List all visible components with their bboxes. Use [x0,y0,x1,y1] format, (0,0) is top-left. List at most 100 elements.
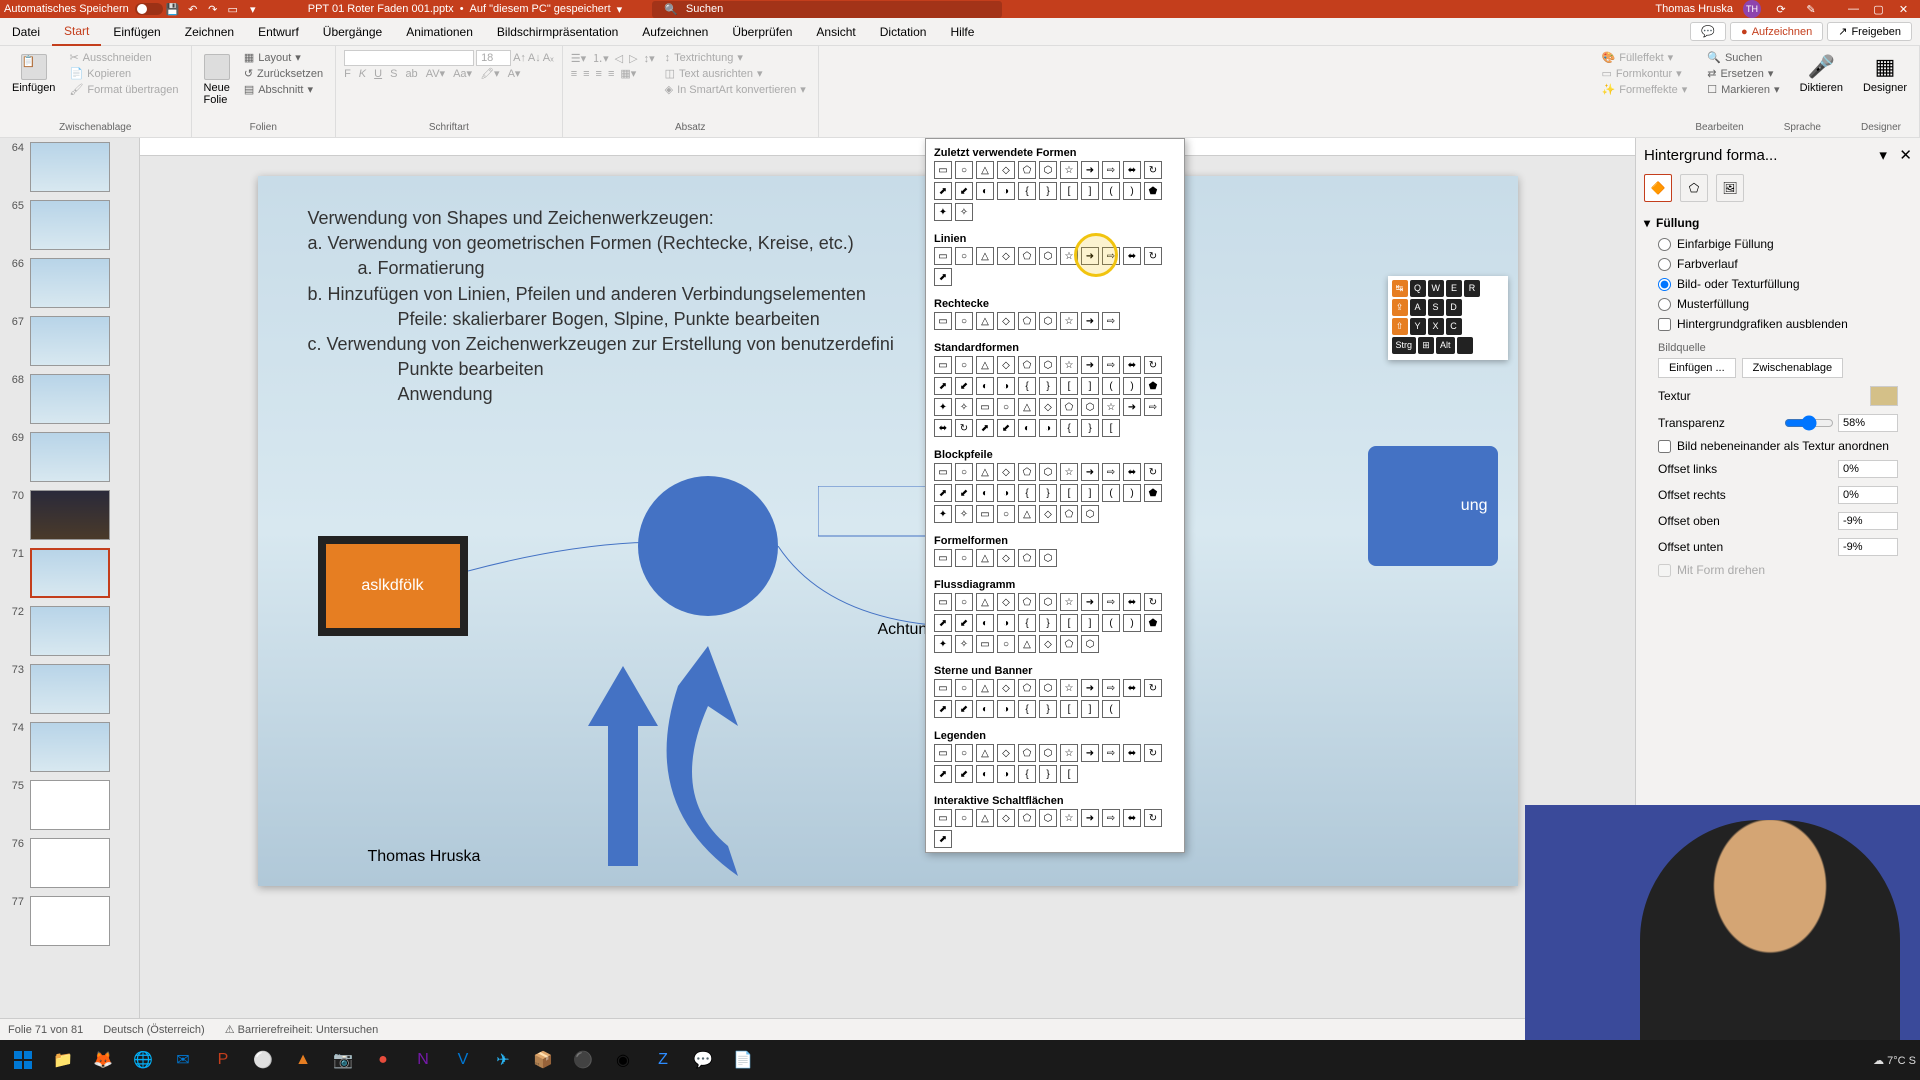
insert-picture-button[interactable]: Einfügen ... [1658,358,1736,378]
keyboard-image[interactable]: ↹QWER ⇪ASD ⇧YXC Strg⊞Alt [1388,276,1508,360]
shape-option[interactable]: ) [1123,377,1141,395]
shape-option[interactable]: ( [1102,182,1120,200]
freigeben-button[interactable]: ↗ Freigeben [1827,22,1912,41]
tab-hilfe[interactable]: Hilfe [938,18,986,46]
orange-rectangle-shape[interactable]: aslkdfölk [318,536,468,636]
shape-option[interactable]: ➜ [1081,593,1099,611]
shape-option[interactable]: ↻ [1144,356,1162,374]
shape-option[interactable]: ↻ [1144,593,1162,611]
shape-option[interactable]: } [1039,700,1057,718]
obs-icon[interactable]: ⚫ [564,1042,602,1078]
columns-button[interactable]: ▦▾ [620,67,636,80]
shape-option[interactable]: ☆ [1060,356,1078,374]
shape-option[interactable]: △ [976,549,994,567]
filename-dropdown-icon[interactable]: ▾ [617,3,623,16]
shape-option[interactable]: ⬠ [1018,744,1036,762]
shape-option[interactable]: ⬋ [955,182,973,200]
tab-zeichnen[interactable]: Zeichnen [173,18,246,46]
align-text-button[interactable]: ◫ Text ausrichten ▾ [661,66,810,81]
shape-option[interactable]: ◇ [997,744,1015,762]
save-icon[interactable]: 💾 [163,0,183,18]
thumbnail-71[interactable] [30,548,110,598]
panel-close-icon[interactable]: ✕ [1899,147,1912,164]
powerpoint-icon[interactable]: P [204,1042,242,1078]
shape-option[interactable]: ▭ [934,463,952,481]
shape-option[interactable]: ⬠ [1018,312,1036,330]
shape-option[interactable]: ▭ [934,679,952,697]
shape-option[interactable]: ☆ [1102,398,1120,416]
shape-option[interactable]: ⬡ [1039,463,1057,481]
shape-option[interactable]: ☆ [1060,161,1078,179]
shape-option[interactable]: { [1018,484,1036,502]
onenote-icon[interactable]: N [404,1042,442,1078]
thumbnail-69[interactable] [30,432,110,482]
shape-option[interactable]: ○ [955,463,973,481]
fill-section-header[interactable]: ▾ Füllung [1644,212,1912,234]
tab-start[interactable]: Start [52,18,101,46]
shape-option[interactable]: ▭ [934,312,952,330]
shape-option[interactable]: ⇨ [1144,398,1162,416]
shape-option[interactable]: ⬋ [955,484,973,502]
shape-option[interactable]: △ [976,312,994,330]
thumbnail-75[interactable] [30,780,110,830]
replace-button[interactable]: ⇄ Ersetzen ▾ [1703,66,1783,81]
shape-option[interactable]: ◑ [997,182,1015,200]
justify-button[interactable]: ≡ [608,68,614,80]
shape-option[interactable]: ○ [955,356,973,374]
shape-option[interactable]: ⬡ [1039,809,1057,827]
slide-text-block[interactable]: Verwendung von Shapes und Zeichenwerkzeu… [308,206,894,408]
shape-option[interactable]: { [1018,182,1036,200]
tab-animationen[interactable]: Animationen [394,18,485,46]
avatar[interactable]: TH [1743,0,1761,18]
decrease-indent-button[interactable]: ◁ [615,52,623,65]
shape-option[interactable]: ⬌ [1123,809,1141,827]
shape-option[interactable]: ⬡ [1039,593,1057,611]
shape-option[interactable]: ⬟ [1144,484,1162,502]
shape-option[interactable]: } [1039,377,1057,395]
shape-option[interactable]: ⬠ [1018,809,1036,827]
new-slide-button[interactable]: Neue Folie [200,50,234,110]
shape-option[interactable]: ⬈ [934,614,952,632]
shape-option[interactable]: ⬡ [1039,161,1057,179]
char-spacing-button[interactable]: AV▾ [426,67,445,80]
shape-option[interactable]: ○ [955,161,973,179]
app-icon-3[interactable]: ● [364,1042,402,1078]
select-button[interactable]: ☐ Markieren ▾ [1703,82,1783,97]
shape-option[interactable]: ⬠ [1018,549,1036,567]
thumbnail-64[interactable] [30,142,110,192]
thumbnail-77[interactable] [30,896,110,946]
offset-top-input[interactable] [1838,512,1898,530]
shape-option[interactable]: ☆ [1060,247,1078,265]
shape-option[interactable]: ◇ [997,463,1015,481]
curved-arrow-shape[interactable] [658,646,818,886]
shape-option[interactable]: { [1060,419,1078,437]
shape-option[interactable]: ➜ [1081,356,1099,374]
app-icon-7[interactable]: 📄 [724,1042,762,1078]
font-size-combo[interactable] [476,50,511,66]
shape-option[interactable]: ⬈ [934,700,952,718]
shape-option[interactable]: ⬡ [1039,247,1057,265]
tab-uebergaenge[interactable]: Übergänge [311,18,394,46]
zoom-icon[interactable]: Z [644,1042,682,1078]
clipboard-picture-button[interactable]: Zwischenablage [1742,358,1844,378]
blue-rounded-rect-shape[interactable]: ung [1368,446,1498,566]
shape-option[interactable]: ⬋ [955,765,973,783]
shape-option[interactable]: ⬠ [1060,635,1078,653]
app-icon-6[interactable]: 💬 [684,1042,722,1078]
effects-tab-icon[interactable]: ⬠ [1680,174,1708,202]
font-family-combo[interactable] [344,50,474,66]
shape-option[interactable]: ⬡ [1039,744,1057,762]
shape-option[interactable]: } [1039,614,1057,632]
shape-option[interactable]: ⬠ [1018,463,1036,481]
shape-option[interactable]: ⬠ [1060,505,1078,523]
shape-option[interactable]: ) [1123,614,1141,632]
shape-option[interactable]: ] [1081,614,1099,632]
shape-option[interactable]: { [1018,614,1036,632]
shape-option[interactable]: ◑ [997,765,1015,783]
shape-option[interactable]: ⬡ [1039,679,1057,697]
shape-option[interactable]: ( [1102,700,1120,718]
panel-options-icon[interactable]: ▾ [1879,147,1887,164]
fill-tab-icon[interactable]: 🔶 [1644,174,1672,202]
shape-option[interactable]: ⬋ [997,419,1015,437]
shape-option[interactable]: ▭ [976,505,994,523]
